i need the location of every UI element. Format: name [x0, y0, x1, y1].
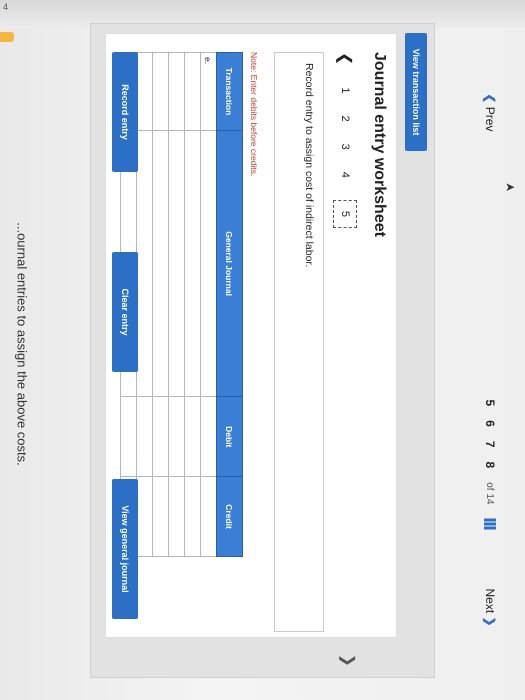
- step-2[interactable]: 2: [339, 116, 351, 122]
- page-count: of 14: [484, 482, 496, 505]
- table-row: [152, 52, 169, 557]
- view-general-journal-button[interactable]: View general journal: [112, 479, 138, 619]
- col-general-journal: General Journal: [216, 130, 243, 397]
- page-7[interactable]: 7: [483, 441, 497, 448]
- instruction-fragment: ...ournal entries to assign the above co…: [8, 0, 36, 694]
- col-transaction: Transaction: [216, 52, 243, 131]
- debit-input[interactable]: [168, 396, 185, 477]
- page-8[interactable]: 8: [483, 462, 497, 469]
- account-select[interactable]: [200, 130, 217, 397]
- grid-icon[interactable]: [484, 518, 496, 531]
- step-3[interactable]: 3: [339, 144, 351, 150]
- transaction-cell: [152, 52, 169, 131]
- transaction-cell: [136, 52, 153, 131]
- step-4[interactable]: 4: [339, 172, 351, 178]
- table-row: [184, 52, 201, 557]
- worksheet-content: Journal entry worksheet ❮ 1 2 3 4 5 ❯ Re…: [105, 33, 397, 667]
- account-select[interactable]: [136, 130, 153, 397]
- credit-input[interactable]: [136, 476, 153, 557]
- record-entry-button[interactable]: Record entry: [112, 52, 138, 172]
- debit-input[interactable]: [152, 396, 169, 477]
- credit-input[interactable]: [184, 476, 201, 557]
- table-row: [168, 52, 185, 557]
- debit-input[interactable]: [184, 396, 201, 477]
- prev-link[interactable]: ❮ Prev: [483, 93, 497, 131]
- worksheet-panel: View transaction list Journal entry work…: [90, 23, 435, 678]
- journal-table: Transaction General Journal Debit Credit…: [120, 52, 243, 557]
- account-select[interactable]: [168, 130, 185, 397]
- debit-input[interactable]: [120, 396, 137, 477]
- debit-credit-note: Note: Enter debits before credits.: [249, 52, 259, 177]
- credit-input[interactable]: [152, 476, 169, 557]
- worksheet-title: Journal entry worksheet: [371, 52, 388, 237]
- transaction-cell: [168, 52, 185, 131]
- chevron-right-icon[interactable]: ❯: [338, 654, 358, 667]
- account-select[interactable]: [184, 130, 201, 397]
- pager: ❮ Prev 5 6 7 8 of 14 Next ❯: [483, 93, 497, 626]
- next-label: Next: [483, 588, 497, 614]
- transaction-cell: [184, 52, 201, 131]
- page-6[interactable]: 6: [483, 420, 497, 427]
- view-transaction-list-button[interactable]: View transaction list: [405, 33, 427, 151]
- credit-input[interactable]: [168, 476, 185, 557]
- step-5[interactable]: 5: [333, 199, 357, 229]
- table-row: [136, 52, 153, 557]
- table-row: e.: [200, 52, 217, 557]
- next-link[interactable]: Next ❯: [483, 588, 497, 626]
- cursor-icon: ➤: [505, 180, 516, 194]
- step-1[interactable]: 1: [339, 87, 351, 93]
- debit-input[interactable]: [136, 396, 153, 477]
- debit-input[interactable]: [200, 396, 217, 477]
- account-select[interactable]: [152, 130, 169, 397]
- col-credit: Credit: [216, 476, 243, 557]
- page-5[interactable]: 5: [483, 399, 497, 406]
- credit-input[interactable]: [200, 476, 217, 557]
- instruction-text: ...ournal entries to assign the above co…: [14, 222, 30, 466]
- clear-entry-button[interactable]: Clear entry: [112, 252, 138, 372]
- prev-label: Prev: [483, 106, 497, 132]
- pager-strip: ❮ Prev 5 6 7 8 of 14 Next ❯: [475, 0, 505, 700]
- col-debit: Debit: [216, 396, 243, 477]
- step-navigator: ❮ 1 2 3 4 5: [330, 52, 360, 229]
- chevron-left-icon[interactable]: ❮: [335, 52, 355, 65]
- entry-description: Record entry to assign cost of indirect …: [274, 52, 324, 632]
- transaction-cell: e.: [200, 52, 217, 131]
